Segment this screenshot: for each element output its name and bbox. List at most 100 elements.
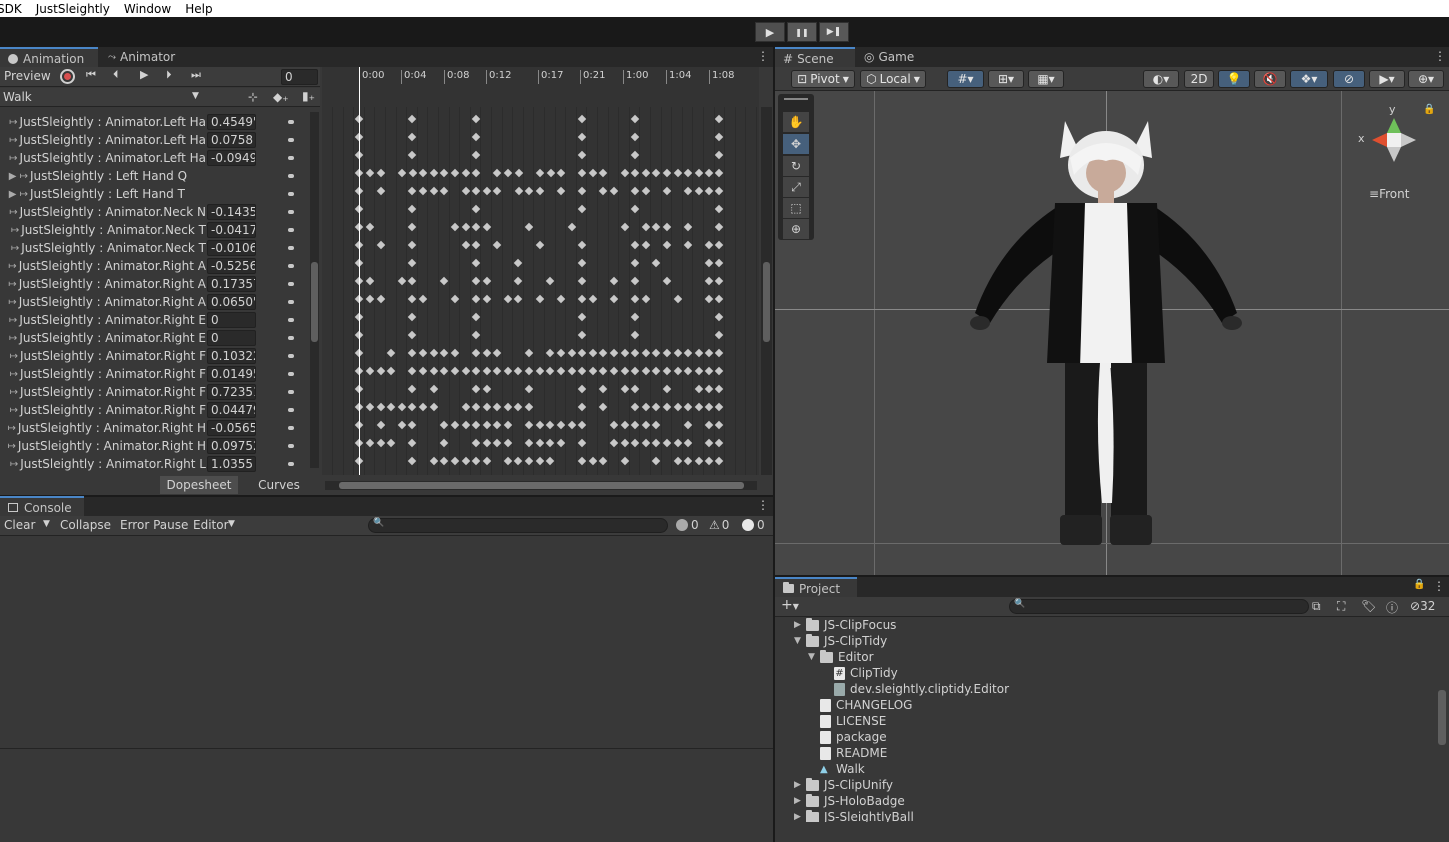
keyframe[interactable] bbox=[588, 168, 598, 178]
keyframe[interactable] bbox=[714, 384, 724, 394]
keyframe[interactable] bbox=[535, 366, 545, 376]
project-item[interactable]: ▶ JS-SleightlyBall bbox=[792, 809, 914, 822]
keyframe[interactable] bbox=[694, 456, 704, 466]
keyframe[interactable] bbox=[714, 312, 724, 322]
project-item[interactable]: ▲ Walk bbox=[806, 761, 865, 777]
keyframe[interactable] bbox=[418, 402, 428, 412]
keyframe[interactable] bbox=[418, 366, 428, 376]
tools-drag-handle[interactable] bbox=[784, 98, 808, 100]
property-value-field[interactable]: -0.0949 bbox=[207, 150, 256, 166]
keyframe[interactable] bbox=[714, 150, 724, 160]
add-keyframe-icon[interactable]: ⊹ bbox=[248, 90, 258, 104]
keyframe[interactable] bbox=[450, 456, 460, 466]
keyframe[interactable] bbox=[598, 384, 608, 394]
audio-button[interactable]: 🔇 bbox=[1254, 70, 1286, 88]
keyframe[interactable] bbox=[503, 438, 513, 448]
keyframe[interactable] bbox=[556, 366, 566, 376]
search-by-label-icon[interactable]: ⛶ bbox=[1337, 599, 1345, 614]
keyframe[interactable] bbox=[365, 366, 375, 376]
curve-icon[interactable]: ↦ bbox=[0, 135, 20, 146]
keyframe[interactable] bbox=[577, 294, 587, 304]
keyframe[interactable] bbox=[651, 222, 661, 232]
property-value-field[interactable]: -0.1435 bbox=[207, 204, 256, 220]
keyframe[interactable] bbox=[450, 222, 460, 232]
property-row[interactable]: ↦ JustSleightly : Animator.Left Ha bbox=[0, 149, 206, 167]
keyframe[interactable] bbox=[524, 348, 534, 358]
keyframe[interactable] bbox=[471, 294, 481, 304]
keyframe[interactable] bbox=[714, 366, 724, 376]
important-icon[interactable]: ⓘ bbox=[1386, 599, 1398, 616]
keyframe[interactable] bbox=[556, 294, 566, 304]
property-row[interactable]: ↦ JustSleightly : Animator.Right F bbox=[0, 347, 206, 365]
keyframe[interactable] bbox=[577, 438, 587, 448]
keyframe[interactable] bbox=[492, 240, 502, 250]
keyframe[interactable] bbox=[662, 438, 672, 448]
preview-toggle[interactable]: Preview bbox=[4, 69, 51, 83]
keyframe[interactable] bbox=[397, 276, 407, 286]
keyframe[interactable] bbox=[651, 456, 661, 466]
property-value-field[interactable]: 0.0650' bbox=[207, 294, 256, 310]
keyframe[interactable] bbox=[577, 348, 587, 358]
keyframe[interactable] bbox=[714, 348, 724, 358]
property-row[interactable]: ↦ JustSleightly : Animator.Left Ha bbox=[0, 113, 206, 131]
keyframe[interactable] bbox=[641, 294, 651, 304]
keyframe[interactable] bbox=[503, 366, 513, 376]
curve-icon[interactable]: ↦ bbox=[0, 387, 20, 398]
keyframe[interactable] bbox=[439, 366, 449, 376]
keyframe[interactable] bbox=[545, 420, 555, 430]
keyframe[interactable] bbox=[577, 366, 587, 376]
keyframe[interactable] bbox=[365, 276, 375, 286]
keyframe[interactable] bbox=[365, 168, 375, 178]
keyframe[interactable] bbox=[577, 420, 587, 430]
keyframe[interactable] bbox=[418, 186, 428, 196]
keyframe[interactable] bbox=[683, 402, 693, 412]
keyframe[interactable] bbox=[651, 438, 661, 448]
keyframe[interactable] bbox=[630, 168, 640, 178]
clear-options-icon[interactable]: ▼ bbox=[43, 519, 50, 529]
keyframe[interactable] bbox=[694, 168, 704, 178]
keyframe[interactable] bbox=[588, 456, 598, 466]
keyframe[interactable] bbox=[429, 402, 439, 412]
keyframe[interactable] bbox=[450, 420, 460, 430]
keyframe[interactable] bbox=[397, 420, 407, 430]
keyframe[interactable] bbox=[407, 438, 417, 448]
property-row[interactable]: ↦ JustSleightly : Animator.Neck T bbox=[0, 221, 206, 239]
foldout-arrow-icon[interactable]: ▶ bbox=[792, 620, 803, 630]
project-search-input[interactable]: 🔍 bbox=[1009, 599, 1309, 614]
keyframe[interactable] bbox=[704, 384, 714, 394]
console-search-input[interactable]: 🔍 bbox=[368, 518, 668, 533]
keyframe[interactable] bbox=[545, 366, 555, 376]
keyframe[interactable] bbox=[513, 366, 523, 376]
keyframe[interactable] bbox=[429, 348, 439, 358]
tag-icon[interactable]: 🏷 bbox=[1361, 599, 1376, 613]
keyframe[interactable] bbox=[503, 294, 513, 304]
keyframe[interactable] bbox=[545, 276, 555, 286]
console-clear-button[interactable]: Clear bbox=[4, 518, 35, 532]
keyframe-toggle-icon[interactable] bbox=[288, 462, 294, 466]
keyframe[interactable] bbox=[694, 366, 704, 376]
keyframe[interactable] bbox=[704, 456, 714, 466]
gizmo-view-label[interactable]: ≡Front bbox=[1369, 187, 1409, 201]
grid-visibility-button[interactable]: ▦▾ bbox=[1028, 70, 1064, 88]
tab-scene[interactable]: # Scene bbox=[775, 47, 855, 68]
keyframe[interactable] bbox=[556, 168, 566, 178]
keyframe[interactable] bbox=[407, 384, 417, 394]
keyframe[interactable] bbox=[376, 438, 386, 448]
keyframe[interactable] bbox=[439, 438, 449, 448]
tab-game[interactable]: ◎ Game bbox=[856, 47, 922, 67]
keyframe[interactable] bbox=[577, 186, 587, 196]
keyframe[interactable] bbox=[704, 420, 714, 430]
keyframe[interactable] bbox=[683, 186, 693, 196]
keyframe[interactable] bbox=[630, 366, 640, 376]
lock-icon[interactable]: 🔒 bbox=[1423, 104, 1435, 115]
keyframe[interactable] bbox=[471, 222, 481, 232]
keyframe[interactable] bbox=[471, 366, 481, 376]
keyframe[interactable] bbox=[694, 384, 704, 394]
keyframe[interactable] bbox=[418, 294, 428, 304]
keyframe[interactable] bbox=[609, 294, 619, 304]
tab-animator[interactable]: ⤳ Animator bbox=[100, 47, 183, 67]
keyframe[interactable] bbox=[439, 456, 449, 466]
keyframe[interactable] bbox=[577, 384, 587, 394]
keyframe[interactable] bbox=[365, 294, 375, 304]
keyframe[interactable] bbox=[598, 456, 608, 466]
